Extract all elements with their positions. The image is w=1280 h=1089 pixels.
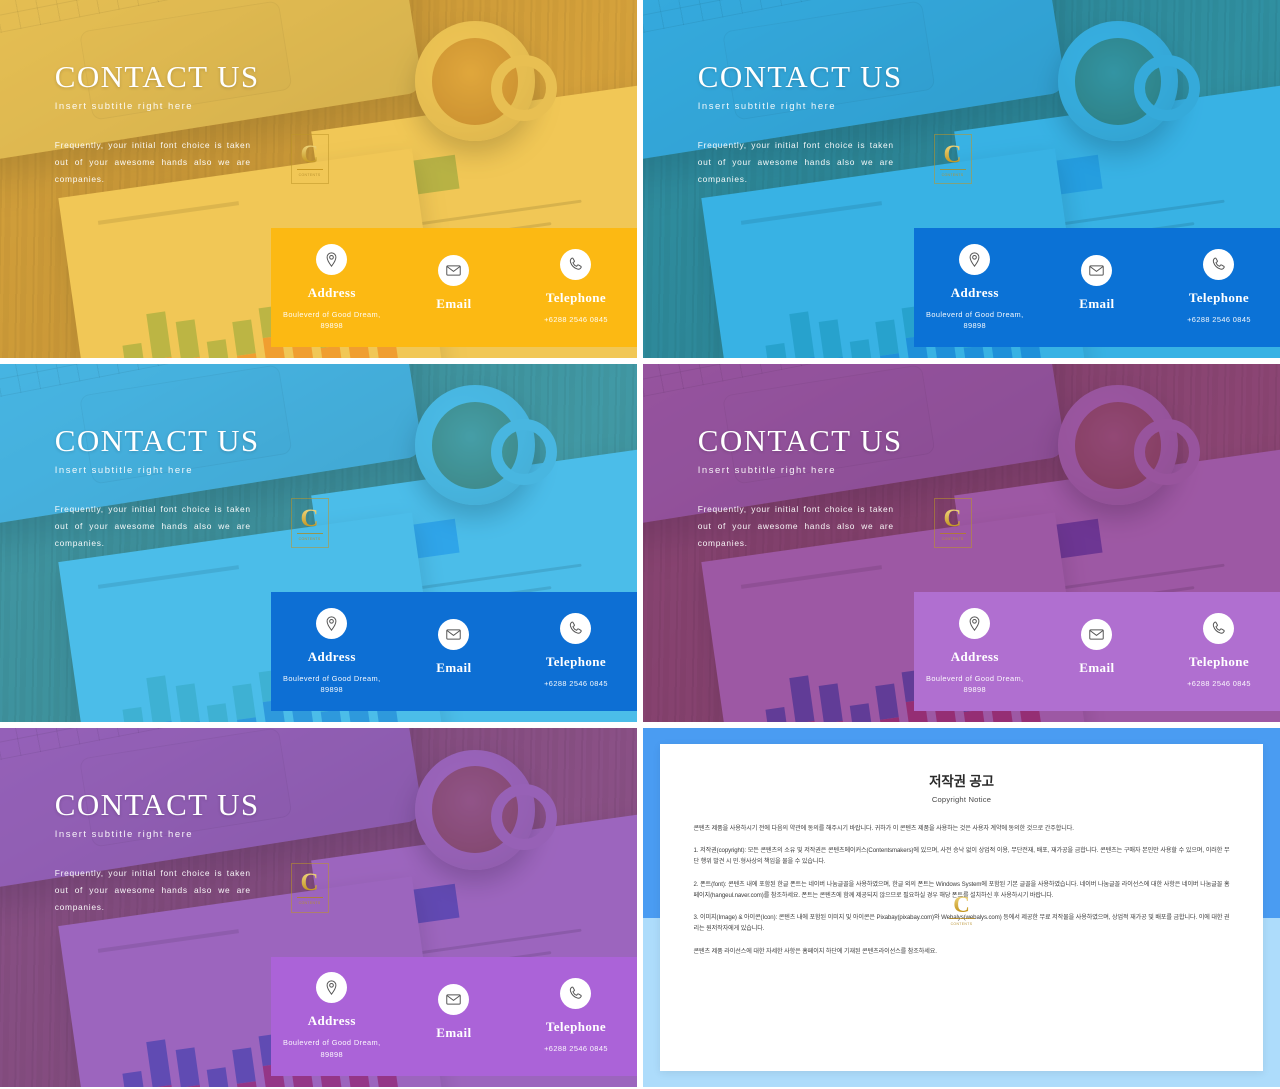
telephone-icon: [560, 978, 592, 1010]
contents-watermark: C CONTENTS: [290, 498, 329, 549]
contact-label: Telephone: [545, 290, 607, 306]
envelope-icon: [1081, 254, 1113, 286]
contact-item-email[interactable]: Email: [393, 618, 515, 684]
location-pin-icon: [316, 607, 348, 639]
envelope-icon: [438, 618, 470, 650]
page-title: CONTACT US: [54, 58, 260, 94]
contact-item-address[interactable]: Address Bouleverd of Good Dream, 89898: [914, 607, 1036, 696]
contact-value: +6288 2546 0845: [544, 315, 608, 325]
contact-item-telephone[interactable]: Telephone +6288 2546 0845: [515, 978, 637, 1054]
page-body-text: Frequently, your initial font choice is …: [54, 868, 251, 913]
contact-item-telephone[interactable]: Telephone +6288 2546 0845: [515, 249, 637, 325]
contents-watermark: C CONTENTS: [933, 498, 972, 549]
contact-item-address[interactable]: Address Bouleverd of Good Dream, 89898: [271, 607, 393, 696]
contact-bar: Address Bouleverd of Good Dream, 89898 E…: [270, 228, 637, 347]
contact-label: Address: [307, 284, 356, 300]
page-body-text: Frequently, your initial font choice is …: [697, 139, 894, 185]
slide-magenta[interactable]: CONTACT US Insert subtitle right here Fr…: [643, 364, 1280, 722]
telephone-icon: [560, 249, 592, 281]
contents-watermark: C CONTENTS: [290, 862, 329, 913]
contact-item-email[interactable]: Email: [393, 983, 515, 1049]
contact-item-email[interactable]: Email: [393, 254, 515, 320]
contact-item-address[interactable]: Address Bouleverd of Good Dream, 89898: [271, 243, 393, 332]
location-pin-icon: [316, 243, 348, 275]
envelope-icon: [1081, 618, 1113, 650]
copyright-paragraph: 1. 저작권(copyright): 모든 콘텐츠의 소유 및 저작권은 콘텐츠…: [693, 847, 1230, 866]
contact-label: Email: [436, 295, 472, 311]
page-subtitle: Insert subtitle right here: [54, 464, 194, 476]
contact-item-telephone[interactable]: Telephone +6288 2546 0845: [1158, 613, 1280, 689]
envelope-icon: [438, 254, 470, 286]
contact-item-email[interactable]: Email: [1036, 618, 1158, 684]
contact-item-address[interactable]: Address Bouleverd of Good Dream, 89898: [271, 972, 393, 1060]
watermark-letter: C: [300, 140, 319, 168]
location-pin-icon: [959, 243, 991, 275]
slide-light-blue[interactable]: CONTACT US Insert subtitle right here Fr…: [0, 364, 637, 722]
contents-watermark: C CONTENTS: [290, 134, 329, 185]
contact-item-address[interactable]: Address Bouleverd of Good Dream, 89898: [914, 243, 1036, 332]
contents-watermark: C CONTENTS: [947, 889, 977, 929]
slide-purple[interactable]: CONTACT US Insert subtitle right here Fr…: [0, 728, 637, 1087]
slide-grid: CONTACT US Insert subtitle right here Fr…: [0, 0, 1280, 1089]
location-pin-icon: [316, 972, 348, 1004]
slide-cyan[interactable]: CONTACT US Insert subtitle right here Fr…: [643, 0, 1280, 358]
page-subtitle: Insert subtitle right here: [697, 100, 837, 112]
copyright-paragraph: 콘텐츠 제품을 사용하시기 전에 다음의 약관에 동의를 해주시기 바랍니다. …: [693, 824, 1074, 832]
slide-copyright-notice[interactable]: 저작권 공고 Copyright Notice 콘텐츠 제품을 사용하시기 전에…: [643, 728, 1280, 1087]
watermark-caption: CONTENTS: [298, 172, 321, 177]
page-subtitle: Insert subtitle right here: [697, 464, 837, 476]
contact-item-telephone[interactable]: Telephone +6288 2546 0845: [515, 613, 637, 689]
slide-yellow[interactable]: CONTACT US Insert subtitle right here Fr…: [0, 0, 637, 358]
contact-item-telephone[interactable]: Telephone +6288 2546 0845: [1158, 249, 1280, 325]
copyright-title: 저작권 공고: [929, 773, 994, 789]
contact-bar: Address Bouleverd of Good Dream, 89898 E…: [913, 228, 1280, 347]
page-title: CONTACT US: [54, 787, 260, 823]
contact-item-email[interactable]: Email: [1036, 254, 1158, 320]
copyright-paragraph: 콘텐츠 제품 라이선스에 대한 자세한 사항은 홈페이지 하단에 기재된 콘텐츠…: [693, 947, 937, 955]
slide-copy: CONTACT US Insert subtitle right here Fr…: [55, 61, 260, 189]
page-body-text: Frequently, your initial font choice is …: [54, 503, 251, 549]
telephone-icon: [1203, 613, 1235, 645]
page-body-text: Frequently, your initial font choice is …: [54, 139, 251, 185]
page-subtitle: Insert subtitle right here: [54, 100, 194, 112]
contact-bar: Address Bouleverd of Good Dream, 89898 E…: [913, 592, 1280, 711]
page-title: CONTACT US: [697, 58, 903, 94]
contact-value: Bouleverd of Good Dream, 89898: [283, 309, 381, 330]
page-body-text: Frequently, your initial font choice is …: [697, 503, 894, 549]
contact-bar: Address Bouleverd of Good Dream, 89898 E…: [270, 592, 637, 711]
page-title: CONTACT US: [54, 422, 260, 458]
contact-bar: Address Bouleverd of Good Dream, 89898 E…: [270, 957, 637, 1076]
page-subtitle: Insert subtitle right here: [54, 829, 194, 841]
envelope-icon: [438, 983, 470, 1015]
copyright-subtitle: Copyright Notice: [931, 794, 992, 804]
page-title: CONTACT US: [697, 422, 903, 458]
telephone-icon: [1203, 249, 1235, 281]
contents-watermark: C CONTENTS: [933, 134, 972, 185]
telephone-icon: [560, 613, 592, 645]
location-pin-icon: [959, 607, 991, 639]
